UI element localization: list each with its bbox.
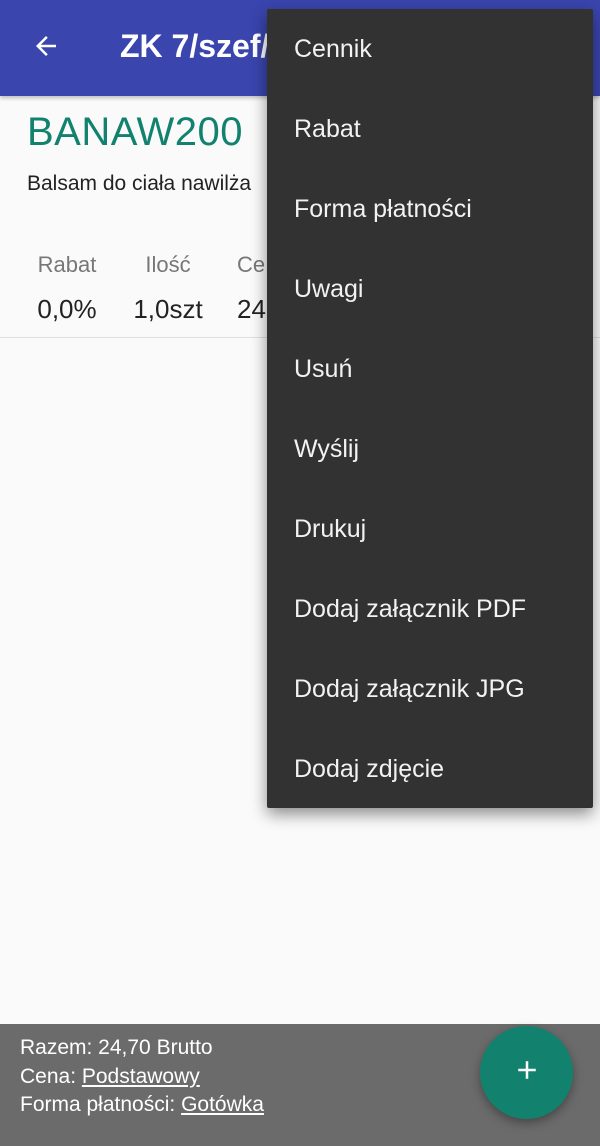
menu-item-dodaj-jpg[interactable]: Dodaj załącznik JPG: [267, 649, 593, 729]
plus-icon: [512, 1055, 542, 1090]
menu-item-forma-platnosci[interactable]: Forma płatności: [267, 169, 593, 249]
column-value: 1,0szt: [133, 294, 203, 324]
menu-item-dodaj-zdjecie[interactable]: Dodaj zdjęcie: [267, 729, 593, 809]
product-description: Balsam do ciała nawilża: [27, 172, 252, 195]
price-line: Cena: Podstawowy: [20, 1065, 200, 1089]
column-discount[interactable]: Rabat 0,0%: [30, 252, 104, 325]
total-text: Razem: 24,70 Brutto: [20, 1036, 213, 1059]
menu-item-uwagi[interactable]: Uwagi: [267, 249, 593, 329]
menu-item-drukuj[interactable]: Drukuj: [267, 489, 593, 569]
price-list-link[interactable]: Podstawowy: [82, 1065, 200, 1088]
overflow-menu: Cennik Rabat Forma płatności Uwagi Usuń …: [267, 9, 593, 808]
column-header: Rabat: [37, 252, 97, 277]
payment-label: Forma płatności:: [20, 1093, 182, 1116]
column-quantity[interactable]: Ilość 1,0szt: [126, 252, 210, 325]
payment-line: Forma płatności: Gotówka: [20, 1093, 264, 1117]
column-value: 24: [237, 294, 266, 324]
column-price[interactable]: Ce 24: [237, 252, 267, 325]
back-button[interactable]: [20, 22, 72, 74]
column-value: 0,0%: [37, 294, 97, 324]
add-button[interactable]: [480, 1026, 573, 1119]
payment-method-link[interactable]: Gotówka: [181, 1093, 264, 1116]
product-code: BANAW200: [27, 110, 243, 154]
column-header: Ilość: [145, 252, 191, 277]
menu-item-usun[interactable]: Usuń: [267, 329, 593, 409]
column-header: Ce: [237, 252, 266, 277]
menu-item-cennik[interactable]: Cennik: [267, 9, 593, 89]
price-label: Cena:: [20, 1065, 82, 1088]
menu-item-dodaj-pdf[interactable]: Dodaj załącznik PDF: [267, 569, 593, 649]
menu-item-wyslij[interactable]: Wyślij: [267, 409, 593, 489]
page-title: ZK 7/szef/: [120, 28, 270, 64]
arrow-left-icon: [31, 31, 61, 66]
menu-item-rabat[interactable]: Rabat: [267, 89, 593, 169]
